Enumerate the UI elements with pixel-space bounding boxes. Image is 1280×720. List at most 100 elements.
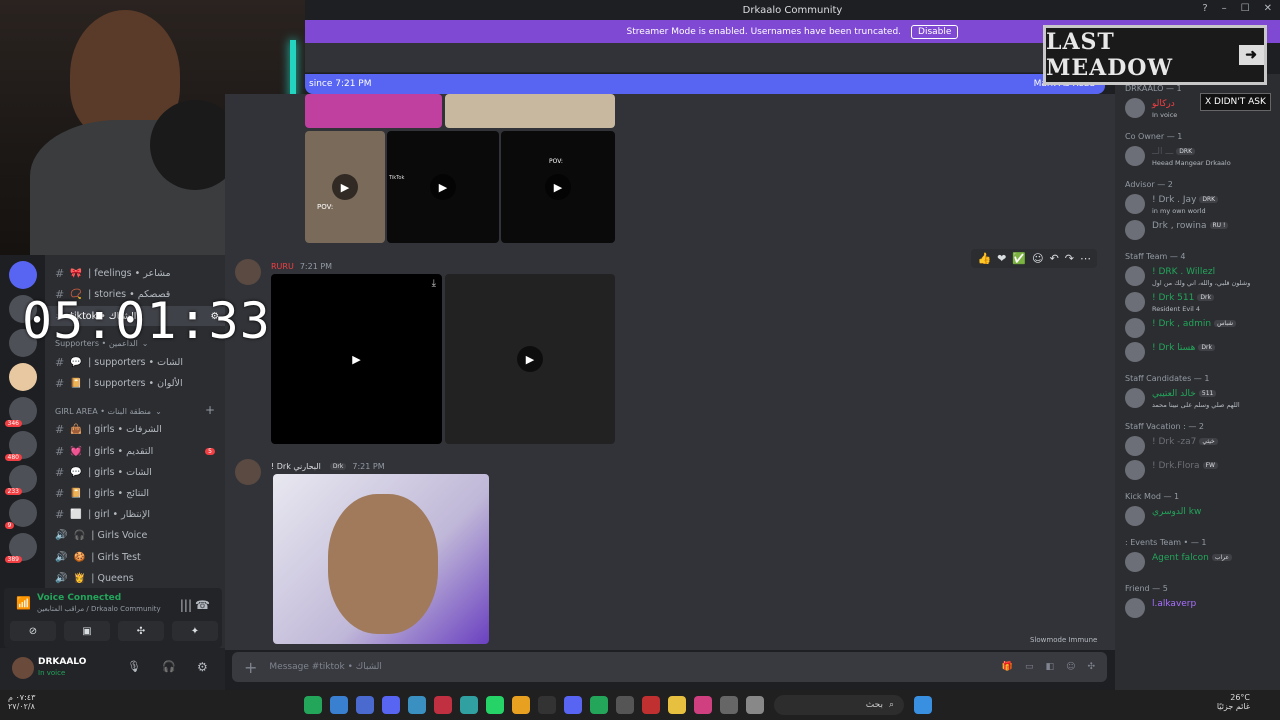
signal-icon[interactable]: 📶	[16, 596, 31, 610]
image-attachment[interactable]	[445, 94, 615, 128]
message-input[interactable]: + Message #tiktok • الشباك 🎁 ▭ ◧ ☺ ✣	[232, 652, 1107, 682]
video-attachment[interactable]: ▶ POV:	[305, 131, 385, 243]
play-icon[interactable]: ▶	[545, 174, 571, 200]
app-icon[interactable]	[590, 696, 608, 714]
member-item[interactable]: خالد العتيبي 511 اللهم صلي وسلم على نبينا …	[1125, 388, 1275, 412]
member-item[interactable]: ! Drk -za7 خيثي	[1125, 436, 1275, 460]
channel-girls-apply[interactable]: # 💓 | girls • التقديم 5	[45, 441, 225, 461]
app-icon[interactable]	[460, 696, 478, 714]
play-icon[interactable]: ▶	[332, 174, 358, 200]
app-icon[interactable]	[382, 696, 400, 714]
screen-share-icon[interactable]: ▣	[64, 621, 110, 641]
image-attachment[interactable]	[305, 94, 442, 128]
category-girl-area[interactable]: GIRL AREA • منطقة البنات ⌄	[55, 407, 162, 416]
member-item[interactable]: ! Drk 511 Drk Resident Evil 4	[1125, 292, 1275, 316]
settings-icon[interactable]: ⚙	[197, 660, 208, 674]
member-item[interactable]: Agent falcon عراب	[1125, 552, 1275, 576]
close-icon[interactable]: ✕	[1264, 3, 1272, 14]
app-icon[interactable]	[746, 696, 764, 714]
member-item[interactable]: الدوسري kw	[1125, 506, 1275, 530]
video-attachment[interactable]: ▶ TikTok	[387, 131, 499, 243]
server-icon[interactable]	[8, 363, 37, 391]
voice-channel-queens[interactable]: 🔊 👸 | Queens	[45, 568, 225, 588]
heart-icon[interactable]: ❤	[997, 252, 1006, 265]
channel-supporters-colors[interactable]: # 📔 | supporters • الألوان	[45, 373, 225, 393]
shield-icon[interactable]	[356, 696, 374, 714]
discord-icon[interactable]	[564, 696, 582, 714]
member-item[interactable]: Drk , rowina RU !	[1125, 220, 1275, 244]
author-name[interactable]: RURU	[271, 262, 294, 271]
thumbs-up-icon[interactable]: 👍	[977, 252, 991, 265]
member-item[interactable]: ! Drk , admin شباس	[1125, 318, 1275, 342]
taskbar-search[interactable]: بحث ⌕	[774, 695, 904, 715]
channel-supporters-chat[interactable]: # 💬 | supporters • الشات	[45, 352, 225, 372]
avatar[interactable]	[235, 459, 261, 485]
weather-widget[interactable]: 26°C غائم جزئيًا	[1217, 693, 1250, 711]
member-item[interactable]: ! Drk.Flora FW	[1125, 460, 1275, 484]
video-attachment[interactable]: ▶ ⤓	[271, 274, 442, 444]
app-icon[interactable]	[304, 696, 322, 714]
server-icon[interactable]: 233	[4, 465, 37, 495]
author-name[interactable]: ! Drk البحارني	[271, 462, 321, 471]
avatar[interactable]	[12, 657, 34, 679]
reply-icon[interactable]: ↶	[1050, 252, 1059, 265]
app-icon[interactable]	[408, 696, 426, 714]
apps-icon[interactable]: ✣	[1087, 662, 1095, 672]
noise-suppression-icon[interactable]: |||	[180, 598, 192, 612]
new-messages-bar[interactable]: since 7:21 PM Mark As Read	[305, 74, 1105, 94]
camera-off-icon[interactable]: ⊘	[10, 621, 56, 641]
disable-button[interactable]: Disable	[911, 24, 959, 39]
voice-status[interactable]: Voice Connected	[37, 593, 121, 603]
app-icon[interactable]	[538, 696, 556, 714]
maximize-icon[interactable]: ☐	[1241, 3, 1250, 14]
video-attachment[interactable]: ▶ POV:	[501, 131, 615, 243]
whatsapp-icon[interactable]	[486, 696, 504, 714]
video-attachment[interactable]: ▶	[445, 274, 615, 444]
disconnect-icon[interactable]: ☎	[195, 598, 210, 612]
soundboard-icon[interactable]: ✦	[172, 621, 218, 641]
chrome-icon[interactable]	[512, 696, 530, 714]
app-icon[interactable]	[694, 696, 712, 714]
username[interactable]: DRKAALO	[38, 657, 86, 667]
emoji-icon[interactable]: ☺	[1066, 662, 1075, 672]
play-icon[interactable]: ▶	[343, 346, 370, 372]
forward-icon[interactable]: ↷	[1065, 252, 1074, 265]
more-icon[interactable]: ⋯	[1080, 252, 1091, 265]
member-item[interactable]: ـــ الــ DRK Heead Mangear Drkaalo	[1125, 146, 1275, 170]
gif-icon[interactable]: ▭	[1025, 662, 1034, 672]
plus-icon[interactable]: +	[244, 658, 257, 677]
server-icon[interactable]: 480	[4, 431, 37, 461]
channel-feelings[interactable]: # 🎀 | feelings • مشاعر	[45, 263, 225, 283]
app-icon[interactable]	[720, 696, 738, 714]
help-icon[interactable]: ?	[1202, 3, 1207, 14]
microphone-icon[interactable]: 🎙	[127, 660, 141, 673]
server-icon[interactable]: 346	[4, 397, 37, 427]
app-icon[interactable]	[616, 696, 634, 714]
play-icon[interactable]: ▶	[430, 174, 456, 200]
emoji-icon[interactable]: ☺	[1032, 252, 1043, 265]
direct-messages-icon[interactable]	[8, 261, 37, 289]
avatar[interactable]	[235, 259, 261, 285]
channel-girls-results[interactable]: # 📔 | girls • النتائج	[45, 483, 225, 503]
headset-icon[interactable]: 🎧	[162, 660, 176, 673]
channel-girl-waiting[interactable]: # ⬜ | girl • الإنتظار	[45, 504, 225, 524]
server-icon[interactable]: 9	[4, 499, 37, 529]
member-item[interactable]: l.alkaverp	[1125, 598, 1275, 622]
channel-girls-balconies[interactable]: # 👜 | girls • الشرفات	[45, 419, 225, 439]
folder-icon[interactable]	[668, 696, 686, 714]
add-channel-icon[interactable]: +	[205, 403, 215, 417]
sticker-icon[interactable]: ◧	[1046, 662, 1055, 672]
member-item[interactable]: ! DRK . Willezl وشلون قلبي، والله، اني ول…	[1125, 266, 1275, 290]
windows-start-icon[interactable]	[914, 696, 932, 714]
play-icon[interactable]: ▶	[517, 346, 543, 372]
gift-icon[interactable]: 🎁	[1002, 662, 1013, 672]
minimize-icon[interactable]: –	[1222, 3, 1227, 14]
app-icon[interactable]	[434, 696, 452, 714]
activities-icon[interactable]: ✣	[118, 621, 164, 641]
voice-channel-girls-test[interactable]: 🔊 🍪 | Girls Test	[45, 547, 225, 567]
app-icon[interactable]	[330, 696, 348, 714]
member-item[interactable]: ! Drk . Jay DRK in my own world	[1125, 194, 1275, 218]
app-icon[interactable]	[642, 696, 660, 714]
image-attachment[interactable]	[273, 474, 489, 644]
check-icon[interactable]: ✅	[1012, 252, 1026, 265]
